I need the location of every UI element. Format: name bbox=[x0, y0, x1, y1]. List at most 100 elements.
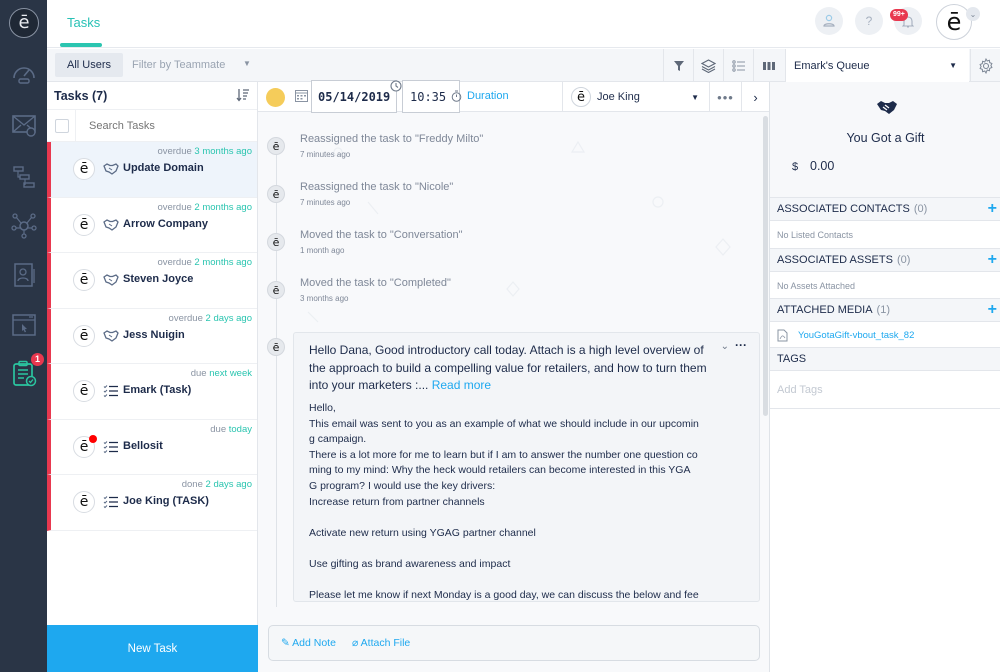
board-view-button[interactable] bbox=[753, 49, 783, 82]
due-date-input[interactable]: 05/14/2019 bbox=[311, 80, 397, 113]
task-name: Joe King (TASK) bbox=[123, 495, 209, 507]
timeline-scrollbar[interactable] bbox=[763, 116, 768, 416]
email-body-line: This email was sent to you as an example… bbox=[309, 417, 699, 430]
tags-input[interactable]: Add Tags bbox=[770, 371, 1000, 409]
email-more-button[interactable]: ··· bbox=[735, 338, 747, 352]
filter-button[interactable] bbox=[663, 49, 693, 82]
question-icon: ? bbox=[865, 14, 873, 28]
collapse-chevron-icon[interactable]: ⌄ bbox=[721, 341, 729, 352]
stopwatch-icon bbox=[451, 90, 462, 105]
task-info-panel: You Got a Gift $ 0.00 ASSOCIATED CONTACT… bbox=[769, 82, 1000, 672]
flow-icon bbox=[13, 166, 35, 188]
task-list-item[interactable]: overdue 3 months ago ē Update Domain bbox=[47, 142, 257, 198]
sort-icon bbox=[236, 89, 249, 102]
event-avatar: ē bbox=[267, 233, 285, 251]
pen-icon: ✎ bbox=[281, 637, 290, 649]
activity-composer: ✎ Add Note ⌀ Attach File bbox=[268, 625, 760, 661]
timeline-line bbox=[276, 137, 277, 607]
add-media-button[interactable]: + bbox=[988, 302, 997, 318]
notification-badge: 99+ bbox=[890, 9, 908, 21]
next-task-button[interactable]: › bbox=[741, 82, 769, 112]
handshake-icon bbox=[103, 218, 119, 231]
clock-icon bbox=[390, 80, 402, 95]
email-body-line bbox=[309, 573, 709, 589]
task-list-item[interactable]: overdue 2 months ago ē Arrow Company bbox=[47, 197, 257, 253]
task-list-title: Tasks (7) bbox=[54, 88, 108, 103]
assets-empty: No Assets Attached bbox=[777, 280, 856, 291]
caret-down-icon: ▼ bbox=[949, 61, 957, 70]
sort-button[interactable] bbox=[236, 88, 249, 105]
task-list-item[interactable]: overdue 2 months ago ē Steven Joyce bbox=[47, 253, 257, 309]
brand-logo[interactable]: ē bbox=[9, 8, 39, 38]
task-owner-avatar: ē bbox=[73, 158, 95, 180]
task-list-item[interactable]: due next week ē Emark (Task) bbox=[47, 364, 257, 420]
event-text: Moved the task to "Completed" bbox=[300, 277, 451, 289]
media-item[interactable]: YouGotaGift-vbout_task_82 bbox=[770, 322, 1000, 348]
attach-file-button[interactable]: ⌀ Attach File bbox=[352, 637, 410, 649]
account-menu-chevron[interactable]: ⌄ bbox=[966, 7, 980, 21]
email-body-line: Increase return from partner channels bbox=[309, 495, 485, 508]
tab-tasks[interactable]: Tasks bbox=[67, 15, 100, 30]
task-list-item[interactable]: due today ē Bellosit bbox=[47, 419, 257, 475]
task-name: Steven Joyce bbox=[123, 273, 194, 285]
checklist-icon bbox=[103, 496, 118, 509]
task-list-item[interactable]: overdue 2 days ago ē Jess Nuigin bbox=[47, 308, 257, 364]
caret-down-icon: ▼ bbox=[691, 92, 699, 102]
contacts-sync-button[interactable] bbox=[815, 7, 843, 35]
duration-link[interactable]: Duration bbox=[467, 90, 509, 102]
tags-header: TAGS bbox=[770, 347, 1000, 371]
queue-select[interactable]: Emark's Queue ▼ bbox=[785, 49, 969, 82]
help-button[interactable]: ? bbox=[855, 7, 883, 35]
layers-button[interactable] bbox=[693, 49, 723, 82]
task-items: overdue 3 months ago ē Update Domain overdu… bbox=[47, 142, 257, 531]
priority-indicator[interactable] bbox=[266, 88, 285, 107]
pdf-file-icon bbox=[777, 329, 788, 341]
nav-network[interactable] bbox=[9, 210, 39, 240]
envelope-icon bbox=[12, 115, 36, 137]
deal-title: You Got a Gift bbox=[846, 131, 925, 145]
nav-email[interactable] bbox=[9, 110, 39, 140]
event-text: Reassigned the task to "Freddy Milto" bbox=[300, 133, 484, 145]
assignee-select[interactable]: ē Joe King ▼ bbox=[562, 82, 709, 112]
task-due: done 2 days ago bbox=[181, 479, 252, 490]
email-body-line: G program? I would use the key drivers: bbox=[309, 479, 496, 492]
layers-icon bbox=[701, 58, 716, 73]
add-note-button[interactable]: ✎ Add Note bbox=[281, 637, 336, 649]
search-tasks-input[interactable] bbox=[89, 119, 239, 132]
settings-button[interactable] bbox=[970, 49, 1000, 82]
all-users-button[interactable]: All Users bbox=[55, 53, 123, 77]
task-name: Jess Nuigin bbox=[123, 328, 185, 341]
nav-workflow[interactable] bbox=[9, 162, 39, 192]
task-list-header: Tasks (7) bbox=[47, 82, 257, 110]
filter-teammate-select[interactable]: Filter by Teammate bbox=[132, 59, 225, 71]
task-list-item[interactable]: done 2 days ago ē Joe King (TASK) bbox=[47, 475, 257, 531]
email-body-line: Please let me know if next Monday is a g… bbox=[309, 589, 699, 602]
read-more-link[interactable]: Read more bbox=[432, 378, 491, 392]
handshake-icon bbox=[877, 101, 897, 114]
funnel-icon bbox=[673, 60, 684, 71]
more-options-button[interactable]: ••• bbox=[709, 82, 741, 112]
add-contact-button[interactable]: + bbox=[988, 201, 997, 217]
email-body-line: g campaign. bbox=[309, 433, 367, 446]
email-body-line: Activate new return using YGAG partner c… bbox=[309, 526, 536, 539]
media-file-link[interactable]: YouGotaGift-vbout_task_82 bbox=[798, 330, 914, 341]
event-text: Reassigned the task to "Nicole" bbox=[300, 181, 454, 193]
browser-cursor-icon bbox=[12, 314, 36, 336]
event-avatar: ē bbox=[267, 185, 285, 203]
deal-amount[interactable]: 0.00 bbox=[810, 159, 834, 173]
new-task-button[interactable]: New Task bbox=[47, 625, 258, 672]
add-asset-button[interactable]: + bbox=[988, 252, 997, 268]
speedometer-icon bbox=[13, 67, 35, 84]
nav-dashboard[interactable] bbox=[9, 58, 39, 88]
list-view-button[interactable] bbox=[723, 49, 753, 82]
task-due: overdue 2 months ago bbox=[157, 257, 252, 268]
task-name: Emark (Task) bbox=[123, 384, 192, 396]
checklist-icon bbox=[103, 385, 118, 398]
email-summary: Hello Dana, Good introductory call today… bbox=[309, 343, 707, 392]
email-body-line: Use gifting as brand awareness and impac… bbox=[309, 557, 511, 570]
nav-contacts[interactable] bbox=[9, 260, 39, 290]
nav-web[interactable] bbox=[9, 310, 39, 340]
associated-contacts-header: ASSOCIATED CONTACTS (0) + bbox=[770, 197, 1000, 221]
caret-down-icon: ▼ bbox=[243, 59, 251, 68]
select-all-checkbox[interactable] bbox=[55, 118, 69, 133]
